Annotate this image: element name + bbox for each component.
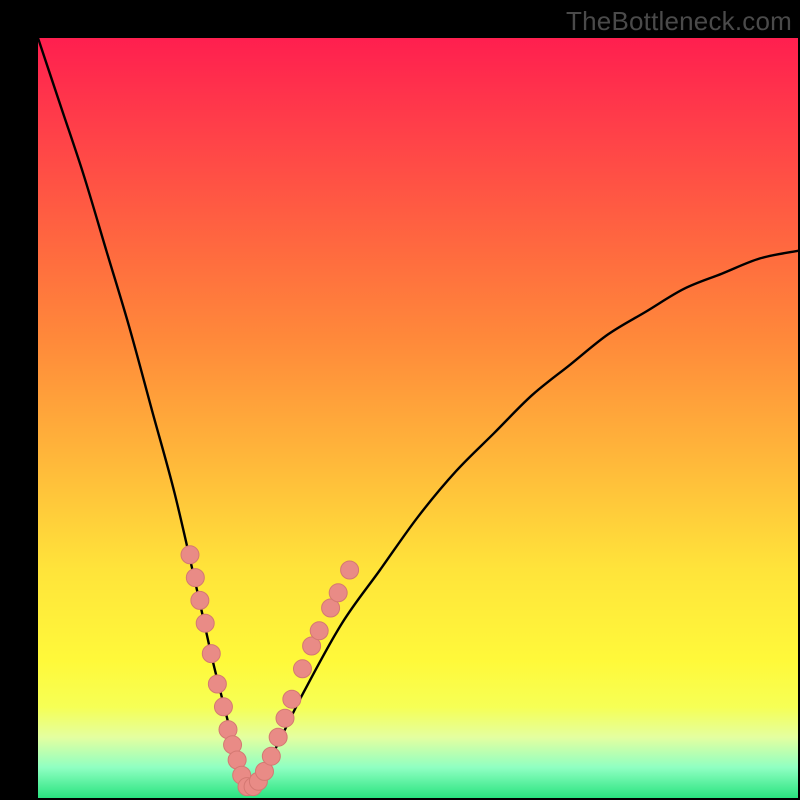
sample-point: [208, 675, 226, 693]
sample-point: [310, 622, 328, 640]
sample-point: [181, 546, 199, 564]
sample-point: [196, 614, 214, 632]
sample-point: [341, 561, 359, 579]
sample-point: [269, 728, 287, 746]
sample-point: [262, 747, 280, 765]
sample-point: [283, 690, 301, 708]
chart-overlay: [38, 38, 798, 798]
sample-point: [191, 591, 209, 609]
bottleneck-curve: [38, 38, 798, 793]
sample-point: [186, 569, 204, 587]
sample-point: [293, 660, 311, 678]
plot-area: [38, 38, 798, 798]
chart-stage: TheBottleneck.com: [0, 0, 800, 800]
watermark-text: TheBottleneck.com: [566, 6, 792, 37]
sample-points-group: [181, 546, 359, 796]
sample-point: [329, 584, 347, 602]
sample-point: [276, 709, 294, 727]
sample-point: [202, 645, 220, 663]
sample-point: [214, 698, 232, 716]
